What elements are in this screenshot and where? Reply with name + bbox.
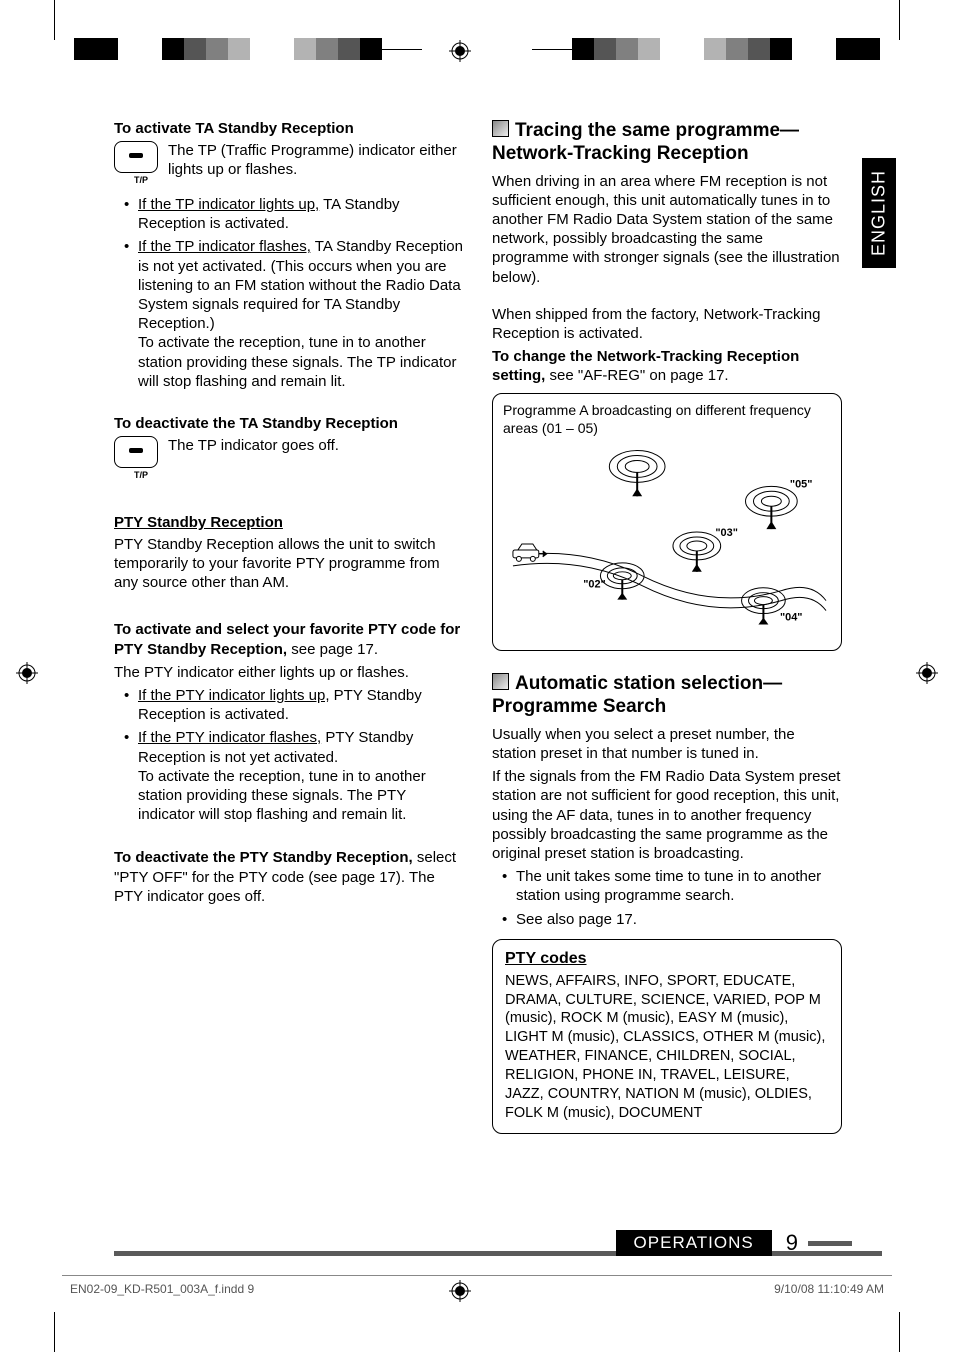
tp-button-icon bbox=[114, 436, 158, 468]
tracing-p1: When driving in an area where FM recepti… bbox=[492, 172, 842, 287]
registration-mark bbox=[916, 662, 938, 684]
antenna-label: "04" bbox=[780, 612, 803, 624]
pty-codes-heading: PTY codes bbox=[505, 950, 829, 968]
pty-codes-box: PTY codes NEWS, AFFAIRS, INFO, SPORT, ED… bbox=[492, 939, 842, 1134]
antenna-label: "02" bbox=[583, 579, 606, 591]
heading-tracing: Tracing the same programme—Network-Track… bbox=[492, 120, 842, 166]
color-bar-right bbox=[572, 38, 880, 60]
pty-codes-body: NEWS, AFFAIRS, INFO, SPORT, EDUCATE, DRA… bbox=[505, 972, 829, 1123]
left-column: To activate TA Standby Reception T/P The… bbox=[114, 120, 464, 1134]
tp-button-label: T/P bbox=[114, 175, 168, 185]
section-label: OPERATIONS bbox=[616, 1230, 772, 1256]
section-bullet-icon bbox=[492, 120, 509, 137]
print-metadata: EN02-09_KD-R501_003A_f.indd 9 9/10/08 11… bbox=[62, 1275, 892, 1296]
file-path: EN02-09_KD-R501_003A_f.indd 9 bbox=[70, 1282, 254, 1296]
page-number: 9 bbox=[786, 1230, 798, 1256]
pty-indicator-line: The PTY indicator either lights up or fl… bbox=[114, 663, 464, 682]
tp-button-label: T/P bbox=[114, 470, 168, 480]
tp-indicator-text: The TP (Traffic Programme) indicator eit… bbox=[168, 141, 464, 179]
right-column: Tracing the same programme—Network-Track… bbox=[492, 120, 842, 1134]
tracing-p2: When shipped from the factory, Network-T… bbox=[492, 305, 842, 343]
page-footer: OPERATIONS 9 bbox=[114, 1251, 882, 1256]
tp-off-text: The TP indicator goes off. bbox=[168, 436, 464, 455]
diagram-caption: Programme A broadcasting on different fr… bbox=[503, 402, 831, 438]
network-tracking-diagram: Programme A broadcasting on different fr… bbox=[492, 393, 842, 651]
tp-button-icon bbox=[114, 141, 158, 173]
print-timestamp: 9/10/08 11:10:49 AM bbox=[774, 1282, 884, 1296]
auto-p2: If the signals from the FM Radio Data Sy… bbox=[492, 767, 842, 863]
heading-activate-ta: To activate TA Standby Reception bbox=[114, 120, 464, 137]
antenna-label: "03" bbox=[715, 527, 738, 539]
list-item: If the PTY indicator flashes, PTY Standb… bbox=[128, 728, 464, 824]
heading-deactivate-pty: To deactivate the PTY Standby Reception,… bbox=[114, 848, 464, 906]
antenna-diagram-svg: "01" "05" "03" "02" "04" bbox=[503, 446, 831, 636]
list-item: If the PTY indicator lights up, PTY Stan… bbox=[128, 686, 464, 724]
registration-mark bbox=[449, 40, 471, 62]
list-item: If the TP indicator lights up, TA Standb… bbox=[128, 195, 464, 233]
pty-desc: PTY Standby Reception allows the unit to… bbox=[114, 535, 464, 593]
tracing-setting: To change the Network-Tracking Reception… bbox=[492, 347, 842, 385]
heading-deactivate-ta: To deactivate the TA Standby Reception bbox=[114, 415, 464, 432]
list-item: See also page 17. bbox=[506, 910, 842, 929]
antenna-label: "01" bbox=[626, 446, 649, 448]
section-bullet-icon bbox=[492, 673, 509, 690]
heading-pty-standby: PTY Standby Reception bbox=[114, 514, 464, 531]
registration-mark bbox=[16, 662, 38, 684]
color-bar-left bbox=[74, 38, 382, 60]
list-item: If the TP indicator flashes, TA Standby … bbox=[128, 237, 464, 391]
language-tab: ENGLISH bbox=[862, 158, 896, 268]
heading-auto-search: Automatic station selection—Programme Se… bbox=[492, 673, 842, 719]
auto-p1: Usually when you select a preset number,… bbox=[492, 725, 842, 763]
heading-activate-pty: To activate and select your favorite PTY… bbox=[114, 620, 464, 658]
list-item: The unit takes some time to tune in to a… bbox=[506, 867, 842, 905]
antenna-label: "05" bbox=[790, 479, 813, 491]
